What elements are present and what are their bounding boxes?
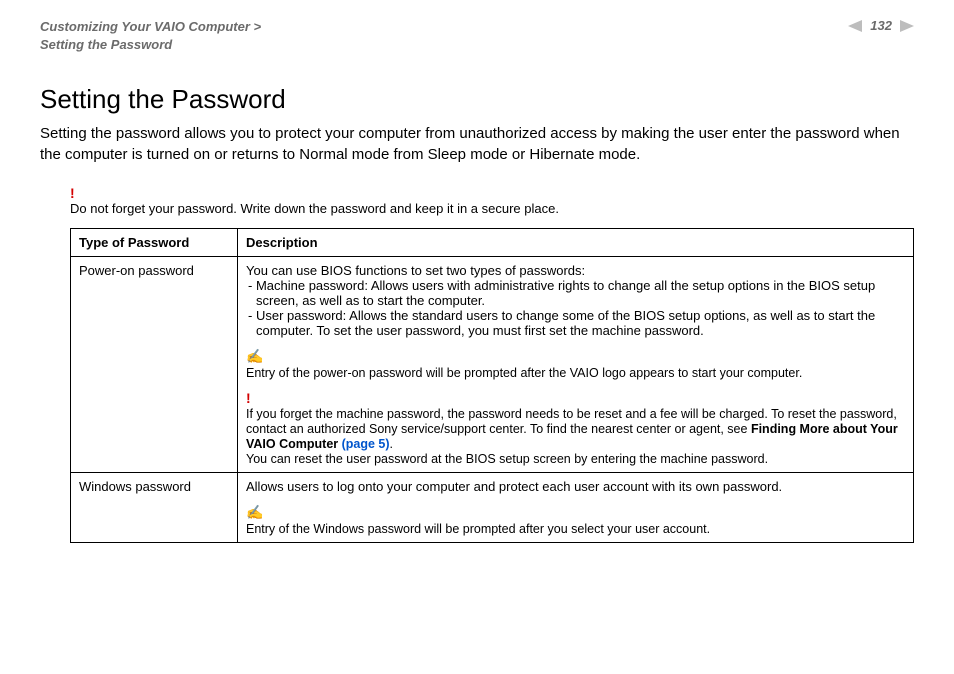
warning-icon: ! <box>246 390 251 406</box>
desc-lead: You can use BIOS functions to set two ty… <box>246 263 905 278</box>
breadcrumb: Customizing Your VAIO Computer > Setting… <box>40 18 261 54</box>
col-header-desc: Description <box>238 229 914 257</box>
col-header-type: Type of Password <box>71 229 238 257</box>
table-row: Power-on password You can use BIOS funct… <box>71 257 914 473</box>
warn-text: If you forget the machine password, the … <box>246 407 898 451</box>
warn-tail: You can reset the user password at the B… <box>246 452 768 466</box>
table-row: Windows password Allows users to log ont… <box>71 473 914 543</box>
warning-icon: ! <box>70 185 75 201</box>
prev-page-arrow-icon[interactable] <box>848 20 862 32</box>
desc-bullet: User password: Allows the standard users… <box>246 308 905 338</box>
page-number: 132 <box>870 18 892 33</box>
note-text: Entry of the power-on password will be p… <box>246 366 802 380</box>
page-title: Setting the Password <box>40 84 914 115</box>
cell-type: Power-on password <box>71 257 238 473</box>
desc-bullet: Machine password: Allows users with admi… <box>246 278 905 308</box>
breadcrumb-line2: Setting the Password <box>40 36 261 54</box>
cell-desc: Allows users to log onto your computer a… <box>238 473 914 543</box>
top-warning-text: Do not forget your password. Write down … <box>70 201 559 216</box>
cell-desc: You can use BIOS functions to set two ty… <box>238 257 914 473</box>
warn-post: . <box>390 437 393 451</box>
intro-paragraph: Setting the password allows you to prote… <box>40 123 914 165</box>
top-warning: ! Do not forget your password. Write dow… <box>70 185 914 216</box>
cell-type: Windows password <box>71 473 238 543</box>
next-page-arrow-icon[interactable] <box>900 20 914 32</box>
note-icon: ✍ <box>246 348 263 364</box>
document-page: Customizing Your VAIO Computer > Setting… <box>0 0 954 674</box>
page-link[interactable]: (page 5) <box>342 437 390 451</box>
note-icon: ✍ <box>246 504 263 520</box>
note-text: Entry of the Windows password will be pr… <box>246 522 710 536</box>
page-header: Customizing Your VAIO Computer > Setting… <box>40 18 914 54</box>
password-table: Type of Password Description Power-on pa… <box>70 228 914 543</box>
table-header-row: Type of Password Description <box>71 229 914 257</box>
breadcrumb-line1: Customizing Your VAIO Computer > <box>40 18 261 36</box>
pager: 132 <box>848 18 914 33</box>
desc-lead: Allows users to log onto your computer a… <box>246 479 905 494</box>
